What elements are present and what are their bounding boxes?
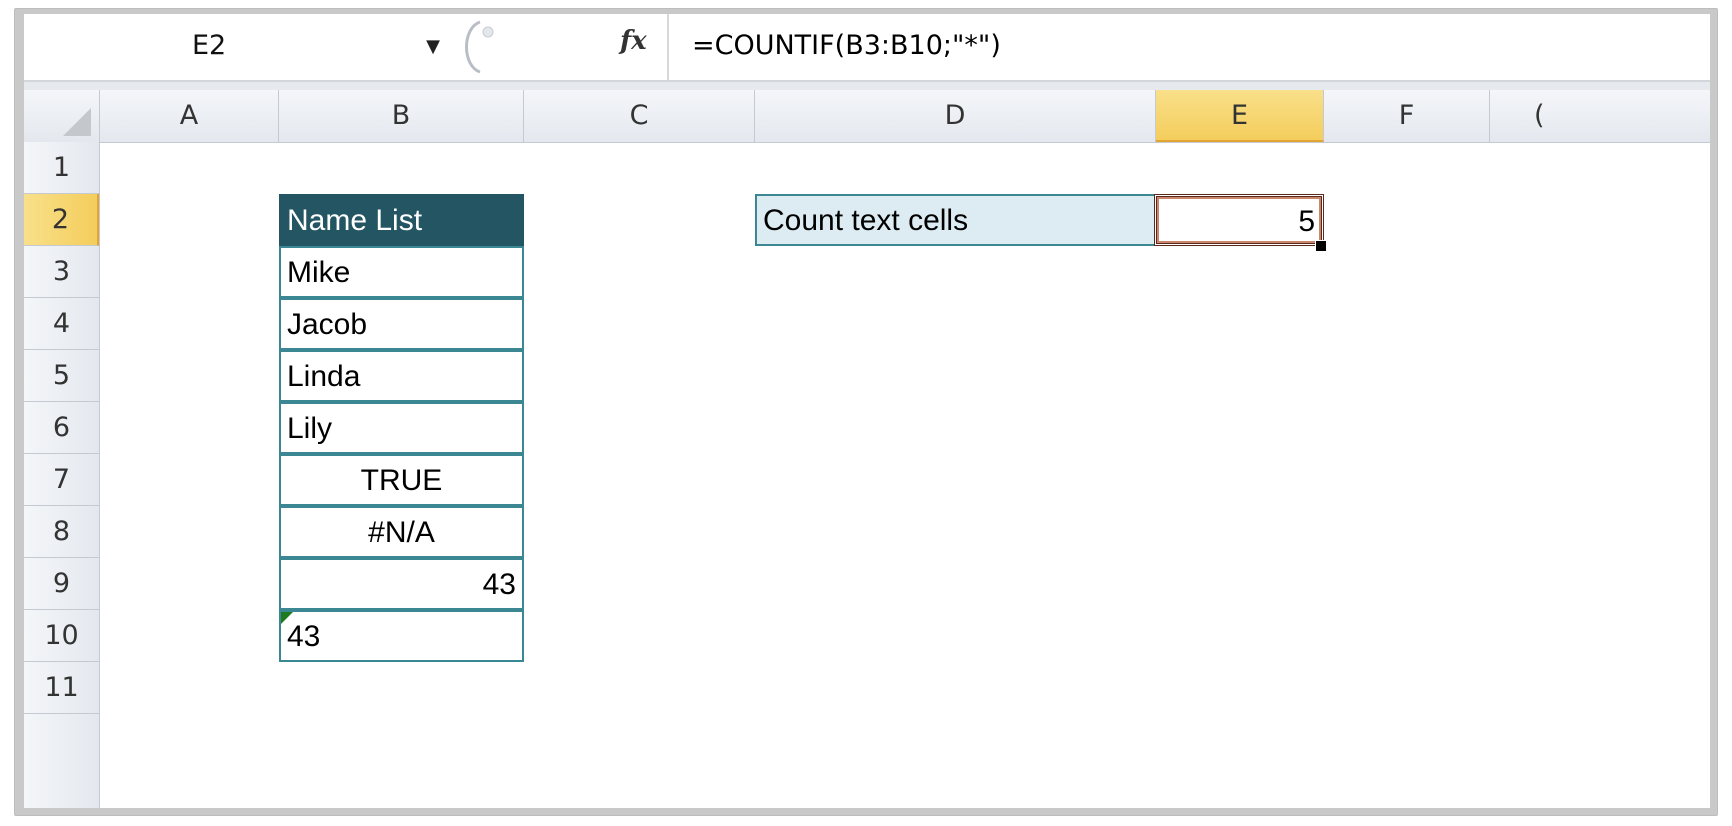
fx-label: fx: [620, 26, 647, 56]
column-header-d[interactable]: D: [755, 90, 1156, 142]
spreadsheet-window: E2 ▼ fx =COUNTIF(B3:B10;"*") A B C D E F…: [24, 14, 1710, 808]
row-header-12-partial[interactable]: [24, 714, 99, 766]
chevron-down-icon[interactable]: ▼: [422, 36, 444, 58]
select-all-triangle-icon: [63, 108, 91, 136]
row-header-5[interactable]: 5: [24, 350, 99, 402]
column-header-e[interactable]: E: [1156, 90, 1324, 142]
row-header-7[interactable]: 7: [24, 454, 99, 506]
table-cell-b8[interactable]: #N/A: [279, 506, 524, 558]
insert-function-icon[interactable]: fx: [620, 26, 647, 56]
name-box[interactable]: E2 ▼: [24, 14, 440, 80]
column-header-row: A B C D E F (: [24, 90, 1710, 143]
formula-bar-resize-handle-icon[interactable]: [452, 18, 508, 76]
select-all-button[interactable]: [24, 90, 100, 142]
error-indicator-icon: [281, 612, 293, 624]
formula-bar-divider: [667, 14, 669, 80]
selected-cell-e2[interactable]: 5: [1154, 194, 1324, 246]
table-cell-b3[interactable]: Mike: [279, 246, 524, 298]
fill-handle[interactable]: [1315, 240, 1327, 252]
row-header-3[interactable]: 3: [24, 246, 99, 298]
table-header-name-list[interactable]: Name List: [279, 194, 524, 246]
count-label-cell[interactable]: Count text cells: [755, 194, 1156, 246]
column-header-g-partial[interactable]: (: [1490, 90, 1710, 142]
row-header-1[interactable]: 1: [24, 142, 99, 194]
row-header-10[interactable]: 10: [24, 610, 99, 662]
row-header-column: 1 2 3 4 5 6 7 8 9 10 11: [24, 142, 100, 808]
table-cell-b9[interactable]: 43: [279, 558, 524, 610]
table-cell-b4[interactable]: Jacob: [279, 298, 524, 350]
row-header-2[interactable]: 2: [24, 194, 99, 246]
column-header-c[interactable]: C: [524, 90, 755, 142]
name-box-value: E2: [192, 30, 227, 61]
formula-input[interactable]: =COUNTIF(B3:B10;"*"): [692, 30, 1001, 61]
row-header-4[interactable]: 4: [24, 298, 99, 350]
row-header-6[interactable]: 6: [24, 402, 99, 454]
row-header-11[interactable]: 11: [24, 662, 99, 714]
formula-bar: E2 ▼ fx =COUNTIF(B3:B10;"*"): [24, 14, 1710, 82]
ribbon-separator: [24, 82, 1710, 90]
table-cell-b7[interactable]: TRUE: [279, 454, 524, 506]
row-header-9[interactable]: 9: [24, 558, 99, 610]
table-cell-b5[interactable]: Linda: [279, 350, 524, 402]
column-header-a[interactable]: A: [100, 90, 279, 142]
column-header-f[interactable]: F: [1324, 90, 1490, 142]
row-header-8[interactable]: 8: [24, 506, 99, 558]
screenshot-frame: E2 ▼ fx =COUNTIF(B3:B10;"*") A B C D E F…: [14, 8, 1718, 816]
table-cell-b6[interactable]: Lily: [279, 402, 524, 454]
column-header-b[interactable]: B: [279, 90, 524, 142]
table-cell-b10[interactable]: 43: [279, 610, 524, 662]
